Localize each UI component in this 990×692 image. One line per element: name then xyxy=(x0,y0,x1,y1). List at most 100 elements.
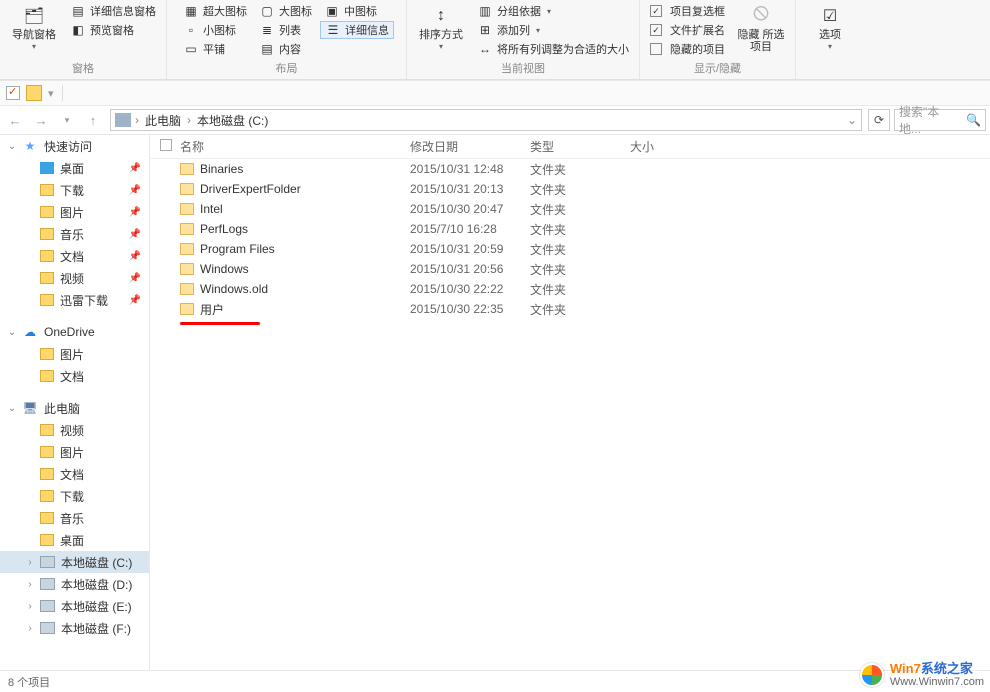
qat-checkbox-icon[interactable]: ✓ xyxy=(6,86,20,100)
nav-pc-item[interactable]: 文档 xyxy=(0,463,149,485)
column-headers: 名称 修改日期 类型 大小 xyxy=(150,135,990,159)
view-tiles[interactable]: ▭平铺 xyxy=(179,40,251,58)
folder-icon xyxy=(180,223,194,235)
nav-pc-item[interactable]: 图片 xyxy=(0,441,149,463)
table-row[interactable]: PerfLogs2015/7/10 16:28文件夹 xyxy=(150,219,990,239)
address-bar: ← → ▾ ↑ › 此电脑 › 本地磁盘 (C:) ⌄ ⟳ 搜索"本地... 🔍 xyxy=(0,106,990,134)
table-row[interactable]: Windows2015/10/31 20:56文件夹 xyxy=(150,259,990,279)
explorer-body: ⌄★快速访问桌面📌下载📌图片📌音乐📌文档📌视频📌迅雷下载📌⌄☁OneDrive图… xyxy=(0,134,990,670)
nav-quick-item[interactable]: 迅雷下载📌 xyxy=(0,289,149,311)
group-label: 布局 xyxy=(276,59,298,77)
view-extra-large[interactable]: ▦超大图标 xyxy=(179,2,251,20)
extensions-toggle[interactable]: ✓文件扩展名 xyxy=(646,21,729,39)
view-list[interactable]: ≣列表 xyxy=(255,21,316,39)
nav-onedrive[interactable]: ⌄☁OneDrive xyxy=(0,321,149,343)
address-dropdown[interactable]: ⌄ xyxy=(847,113,857,127)
sort-icon: ↕ xyxy=(429,4,453,28)
search-placeholder: 搜索"本地... xyxy=(899,103,958,137)
nav-quick-item[interactable]: 桌面📌 xyxy=(0,157,149,179)
search-box[interactable]: 搜索"本地... 🔍 xyxy=(894,109,986,131)
fit-columns-button[interactable]: ↔将所有列调整为合适的大小 xyxy=(473,40,633,58)
nav-quick-item[interactable]: 音乐📌 xyxy=(0,223,149,245)
up-button[interactable]: ↑ xyxy=(82,109,104,131)
nav-pane-button[interactable]: 🗂 导航窗格 ▾ xyxy=(6,2,62,53)
view-details[interactable]: ☰详细信息 xyxy=(320,21,394,39)
item-count: 8 个项目 xyxy=(8,674,50,690)
view-small[interactable]: ▫小图标 xyxy=(179,21,251,39)
quick-access-toolbar: ✓ ▾ xyxy=(0,80,990,106)
address-path[interactable]: › 此电脑 › 本地磁盘 (C:) ⌄ xyxy=(110,109,862,131)
back-button[interactable]: ← xyxy=(4,109,26,131)
status-bar: 8 个项目 xyxy=(0,670,990,692)
nav-pane: ⌄★快速访问桌面📌下载📌图片📌音乐📌文档📌视频📌迅雷下载📌⌄☁OneDrive图… xyxy=(0,135,150,670)
col-size[interactable]: 大小 xyxy=(630,138,710,155)
nav-pane-icon: 🗂 xyxy=(22,4,46,28)
drive-icon xyxy=(115,113,131,127)
hide-selected-button[interactable]: 🛇 隐藏 所选项目 xyxy=(733,2,789,55)
col-name[interactable]: 名称 xyxy=(180,138,410,155)
qat-folder-icon[interactable] xyxy=(26,85,42,101)
refresh-button[interactable]: ⟳ xyxy=(868,109,890,131)
ribbon-group-panes: 🗂 导航窗格 ▾ ▤详细信息窗格 ◧预览窗格 窗格 xyxy=(0,0,167,79)
details-pane-button[interactable]: ▤详细信息窗格 xyxy=(66,2,160,20)
forward-button[interactable]: → xyxy=(30,109,52,131)
nav-drive-item[interactable]: ›本地磁盘 (D:) xyxy=(0,573,149,595)
nav-drive-item[interactable]: ›本地磁盘 (E:) xyxy=(0,595,149,617)
watermark: Win7系统之家 Www.Winwin7.com xyxy=(860,662,984,688)
recent-dropdown[interactable]: ▾ xyxy=(56,109,78,131)
nav-pc-item[interactable]: 音乐 xyxy=(0,507,149,529)
view-large[interactable]: ▢大图标 xyxy=(255,2,316,20)
nav-quick-item[interactable]: 下载📌 xyxy=(0,179,149,201)
folder-icon xyxy=(180,203,194,215)
add-column-button[interactable]: ⊞添加列▾ xyxy=(473,21,633,39)
watermark-logo-icon xyxy=(860,663,884,687)
nav-pc-item[interactable]: 桌面 xyxy=(0,529,149,551)
search-icon: 🔍 xyxy=(966,113,981,127)
nav-drive-item[interactable]: ›本地磁盘 (C:) xyxy=(0,551,149,573)
options-button[interactable]: ☑ 选项 ▾ xyxy=(802,2,858,53)
preview-pane-icon: ◧ xyxy=(70,22,86,38)
view-medium[interactable]: ▣中图标 xyxy=(320,2,394,20)
crumb-drive[interactable]: 本地磁盘 (C:) xyxy=(195,112,270,129)
group-by-button[interactable]: ▥分组依据▾ xyxy=(473,2,633,20)
preview-pane-button[interactable]: ◧预览窗格 xyxy=(66,21,160,39)
nav-quick-item[interactable]: 文档📌 xyxy=(0,245,149,267)
nav-quick-item[interactable]: 视频📌 xyxy=(0,267,149,289)
nav-quick-access[interactable]: ⌄★快速访问 xyxy=(0,135,149,157)
group-label: 窗格 xyxy=(72,59,94,77)
group-label: 显示/隐藏 xyxy=(694,59,741,77)
view-content[interactable]: ▤内容 xyxy=(255,40,316,58)
col-type[interactable]: 类型 xyxy=(530,138,630,155)
table-row[interactable]: DriverExpertFolder2015/10/31 20:13文件夹 xyxy=(150,179,990,199)
checkboxes-toggle[interactable]: ✓项目复选框 xyxy=(646,2,729,20)
nav-this-pc[interactable]: ⌄🖥此电脑 xyxy=(0,397,149,419)
ribbon-group-layout: ▦超大图标 ▫小图标 ▭平铺 ▢大图标 ≣列表 ▤内容 ▣中图标 ☰详细信息 布… xyxy=(167,0,407,79)
folder-icon xyxy=(180,243,194,255)
file-list: 名称 修改日期 类型 大小 Binaries2015/10/31 12:48文件… xyxy=(150,135,990,670)
details-pane-icon: ▤ xyxy=(70,3,86,19)
highlight-underline xyxy=(180,322,260,325)
options-icon: ☑ xyxy=(818,4,842,28)
nav-onedrive-item[interactable]: 图片 xyxy=(0,343,149,365)
hidden-toggle[interactable]: 隐藏的项目 xyxy=(646,40,729,58)
col-date[interactable]: 修改日期 xyxy=(410,138,530,155)
sort-button[interactable]: ↕ 排序方式 ▾ xyxy=(413,2,469,53)
table-row[interactable]: Intel2015/10/30 20:47文件夹 xyxy=(150,199,990,219)
ribbon-group-show: ✓项目复选框 ✓文件扩展名 隐藏的项目 🛇 隐藏 所选项目 显示/隐藏 xyxy=(640,0,796,79)
nav-pc-item[interactable]: 视频 xyxy=(0,419,149,441)
crumb-this-pc[interactable]: 此电脑 xyxy=(143,112,183,129)
hide-selected-icon: 🛇 xyxy=(749,4,773,28)
table-row[interactable]: Program Files2015/10/31 20:59文件夹 xyxy=(150,239,990,259)
table-row[interactable]: 用户2015/10/30 22:35文件夹 xyxy=(150,299,990,319)
nav-drive-item[interactable]: ›本地磁盘 (F:) xyxy=(0,617,149,639)
table-row[interactable]: Windows.old2015/10/30 22:22文件夹 xyxy=(150,279,990,299)
nav-onedrive-item[interactable]: 文档 xyxy=(0,365,149,387)
table-row[interactable]: Binaries2015/10/31 12:48文件夹 xyxy=(150,159,990,179)
nav-pc-item[interactable]: 下载 xyxy=(0,485,149,507)
folder-icon xyxy=(180,163,194,175)
select-all-checkbox[interactable] xyxy=(160,139,172,151)
ribbon-group-options: ☑ 选项 ▾ xyxy=(796,0,864,79)
nav-quick-item[interactable]: 图片📌 xyxy=(0,201,149,223)
folder-icon xyxy=(180,263,194,275)
ribbon-group-view: ↕ 排序方式 ▾ ▥分组依据▾ ⊞添加列▾ ↔将所有列调整为合适的大小 当前视图 xyxy=(407,0,640,79)
